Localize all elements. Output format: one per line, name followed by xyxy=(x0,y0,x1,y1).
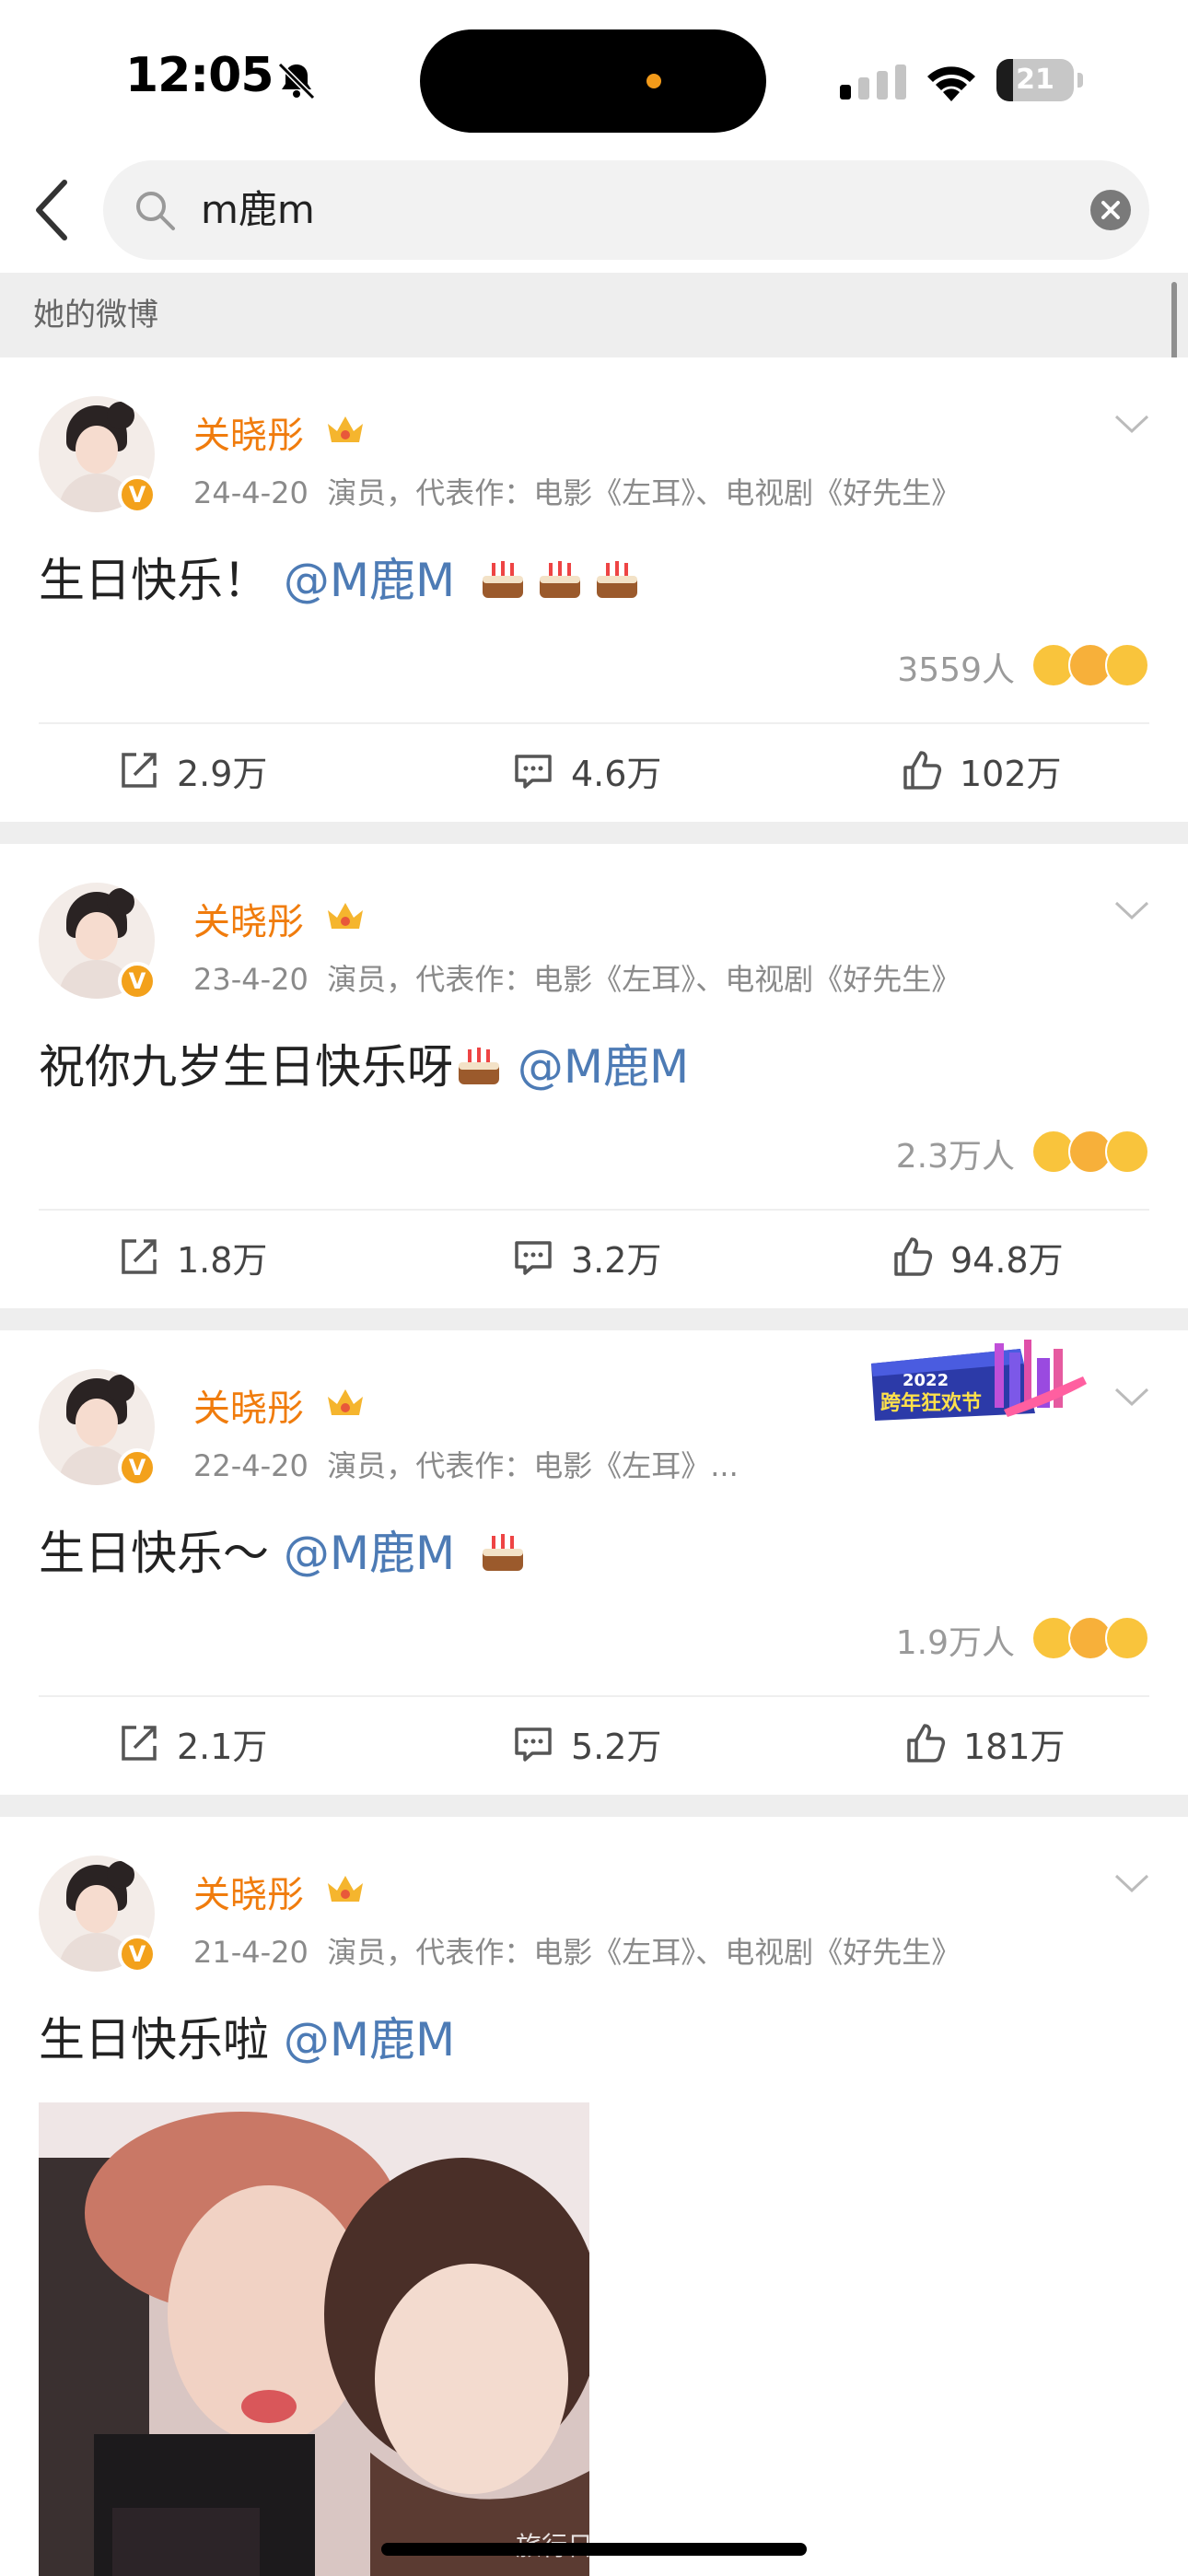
verified-badge-icon: V xyxy=(118,1448,157,1487)
divider xyxy=(39,722,1149,724)
cake-emoji-icon xyxy=(483,1534,524,1571)
username[interactable]: 关晓彤 xyxy=(193,892,304,945)
chevron-down-icon[interactable] xyxy=(1112,411,1151,437)
section-title: 她的微博 xyxy=(33,297,158,334)
weibo-post[interactable]: V 关晓彤 24-4-20 演员，代表作：电影《左耳》、电视剧《好先生》 生日快… xyxy=(0,357,1188,822)
post-separator xyxy=(0,822,1188,844)
thumbs-up-icon xyxy=(907,1724,946,1762)
privacy-indicator-dot xyxy=(646,74,661,88)
search-icon xyxy=(136,192,175,230)
crown-icon xyxy=(328,903,363,929)
mention-link[interactable]: @M鹿M xyxy=(284,554,455,607)
post-meta: 22-4-20 演员，代表作：电影《左耳》... xyxy=(193,1448,739,1483)
like-button[interactable]: 94.8万 xyxy=(891,1229,1064,1284)
post-text: 生日快乐～ @M鹿M xyxy=(39,1516,527,1583)
weibo-post[interactable]: V 关晓彤 23-4-20 演员，代表作：电影《左耳》、电视剧《好先生》 祝你九… xyxy=(0,844,1188,1308)
post-text: 祝你九岁生日快乐呀 @M鹿M xyxy=(39,1040,690,1094)
reaction-count: 2.3万人 xyxy=(895,1138,1015,1176)
bell-muted-icon xyxy=(277,62,316,100)
status-bar: 12:05 21 xyxy=(0,0,1188,157)
crown-icon xyxy=(328,1876,363,1902)
repost-button[interactable]: 2.9万 xyxy=(118,743,267,798)
comment-button[interactable]: 3.2万 xyxy=(512,1229,661,1284)
repost-icon xyxy=(122,1726,157,1761)
mention-link[interactable]: @M鹿M xyxy=(518,1040,689,1094)
like-button[interactable]: 181万 xyxy=(904,1715,1066,1771)
divider xyxy=(39,1209,1149,1211)
divider xyxy=(39,1695,1149,1697)
post-photo[interactable] xyxy=(39,2102,589,2576)
reaction-count: 1.9万人 xyxy=(895,1624,1015,1662)
cake-emoji-icon xyxy=(597,561,638,598)
reaction-emoji-icons[interactable] xyxy=(1031,1616,1151,1660)
repost-icon xyxy=(122,1239,157,1274)
section-header: 她的微博 xyxy=(0,273,1188,357)
post-meta: 23-4-20 演员，代表作：电影《左耳》、电视剧《好先生》 xyxy=(193,962,961,997)
post-text: 生日快乐啦 @M鹿M xyxy=(39,2013,456,2067)
clear-search-icon[interactable] xyxy=(1090,190,1131,230)
chevron-down-icon[interactable] xyxy=(1112,1870,1151,1896)
repost-icon xyxy=(122,753,157,788)
post-separator xyxy=(0,1795,1188,1817)
thumbs-up-icon xyxy=(894,1237,933,1276)
username[interactable]: 关晓彤 xyxy=(193,1378,304,1432)
cake-emoji-icon xyxy=(483,561,524,598)
chevron-down-icon[interactable] xyxy=(1112,897,1151,923)
back-icon[interactable] xyxy=(31,177,72,243)
mention-link[interactable]: @M鹿M xyxy=(284,2013,455,2067)
mention-link[interactable]: @M鹿M xyxy=(284,1527,455,1580)
comment-button[interactable]: 4.6万 xyxy=(512,743,661,798)
reaction-emoji-icons[interactable] xyxy=(1031,1130,1151,1174)
status-time: 12:05 xyxy=(125,48,274,103)
post-separator xyxy=(0,1308,1188,1330)
new-year-festival-banner[interactable]: 2022 跨年狂欢节 xyxy=(866,1336,1090,1428)
thumbs-up-icon xyxy=(903,751,942,790)
post-text: 生日快乐！ @M鹿M xyxy=(39,544,641,610)
verified-badge-icon: V xyxy=(118,475,157,514)
like-button[interactable]: 102万 xyxy=(901,743,1062,798)
crown-icon xyxy=(328,1389,363,1415)
chevron-down-icon[interactable] xyxy=(1112,1384,1151,1410)
comment-icon xyxy=(515,755,552,789)
cake-emoji-icon xyxy=(540,561,581,598)
username[interactable]: 关晓彤 xyxy=(193,1865,304,1918)
wifi-icon xyxy=(927,66,975,101)
crown-icon xyxy=(328,416,363,442)
reaction-emoji-icons[interactable] xyxy=(1031,643,1151,687)
verified-badge-icon: V xyxy=(118,962,157,1001)
comment-icon xyxy=(515,1241,552,1275)
comment-button[interactable]: 5.2万 xyxy=(512,1715,661,1771)
battery-indicator: 21 xyxy=(996,59,1083,101)
verified-badge-icon: V xyxy=(118,1935,157,1973)
comment-icon xyxy=(515,1727,552,1762)
post-meta: 21-4-20 演员，代表作：电影《左耳》、电视剧《好先生》 xyxy=(193,1935,961,1970)
username[interactable]: 关晓彤 xyxy=(193,405,304,459)
cellular-signal-icon xyxy=(840,64,906,100)
battery-level: 21 xyxy=(1016,64,1054,96)
search-bar[interactable]: m鹿m xyxy=(103,160,1149,260)
banner-year: 2022 xyxy=(903,1371,949,1390)
search-input[interactable]: m鹿m xyxy=(201,160,315,260)
repost-button[interactable]: 2.1万 xyxy=(118,1715,267,1771)
home-indicator[interactable] xyxy=(381,2543,807,2556)
reaction-count: 3559人 xyxy=(897,651,1015,689)
dynamic-island xyxy=(420,29,766,133)
cake-emoji-icon xyxy=(459,1048,499,1084)
post-meta: 24-4-20 演员，代表作：电影《左耳》、电视剧《好先生》 xyxy=(193,475,961,510)
repost-button[interactable]: 1.8万 xyxy=(118,1229,267,1284)
banner-text: 跨年狂欢节 xyxy=(880,1391,982,1415)
